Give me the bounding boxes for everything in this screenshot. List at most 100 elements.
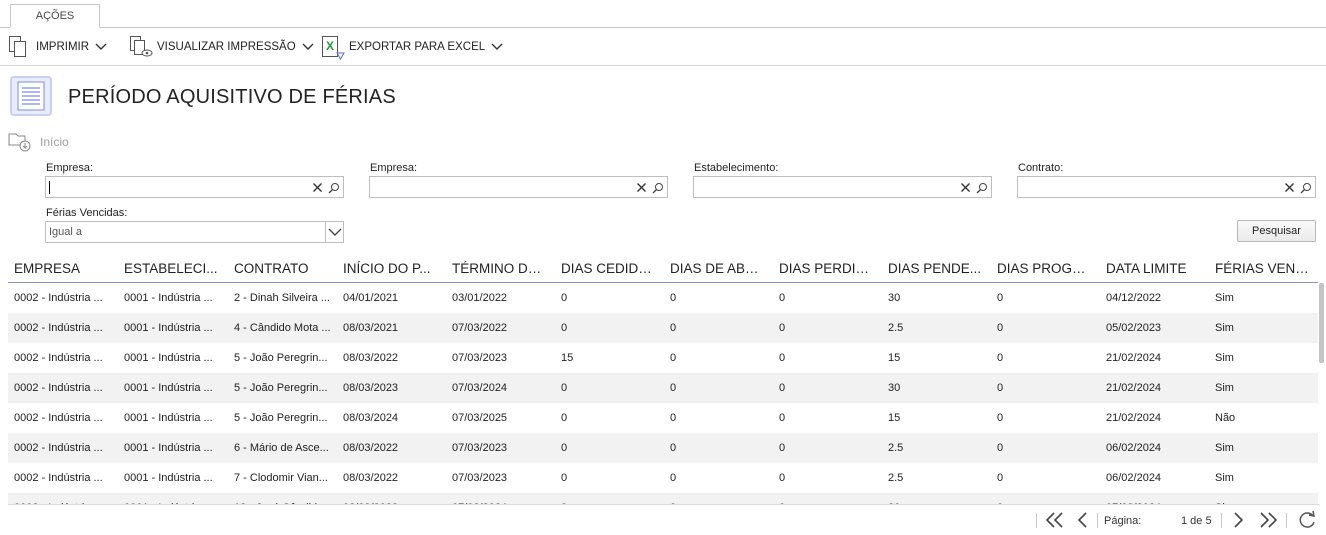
table-row[interactable]: 0002 - Indústria ... 0001 - Indústria ...… — [8, 283, 1318, 313]
table-cell: 21/02/2024 — [1106, 352, 1162, 364]
table-cell: 0 — [779, 442, 786, 454]
print-preview-button[interactable]: VISUALIZAR IMPRESSÃO — [129, 34, 314, 60]
table-cell: 13 - José Cândido ... — [234, 493, 334, 504]
table-cell: 0 — [779, 412, 786, 424]
table-row[interactable]: 0002 - Indústria ... 0001 - Indústria ...… — [8, 433, 1318, 463]
table-row[interactable]: 0002 - Indústria ... 0001 - Indústria ...… — [8, 343, 1318, 373]
table-row[interactable]: 0002 - Indústria ... 0001 - Indústria ...… — [8, 373, 1318, 403]
magnifier-icon[interactable] — [974, 180, 989, 195]
table-cell: 0001 - Indústria ... — [124, 382, 213, 394]
toolbar: IMPRIMIR VISUALIZAR IMPRESSÃO X EXPORTAR… — [0, 28, 1326, 66]
breadcrumb[interactable]: Início — [40, 135, 69, 149]
vertical-scrollbar[interactable] — [1319, 283, 1324, 363]
table-row[interactable]: 0002 - Indústria ... 0001 - Indústria ...… — [8, 463, 1318, 493]
column-header[interactable]: DIAS CEDIDOS — [561, 261, 657, 276]
folder-download-icon[interactable] — [8, 131, 32, 153]
table-cell: 0002 - Indústria ... — [14, 352, 103, 364]
export-excel-button[interactable]: X EXPORTAR PARA EXCEL — [321, 34, 503, 60]
pager-divider — [1036, 513, 1037, 528]
table-cell: 0 — [670, 292, 677, 304]
grid-bottom-divider — [8, 504, 1320, 505]
table-cell: 0001 - Indústria ... — [124, 493, 224, 504]
table-row[interactable]: 0002 - Indústria ... 0001 - Indústria ...… — [8, 313, 1318, 343]
table-cell: 07/03/2024 — [452, 382, 508, 394]
pager-divider — [1097, 513, 1098, 528]
contrato-label: Contrato: — [1018, 162, 1064, 174]
empresa-field[interactable] — [45, 176, 344, 198]
refresh-icon[interactable] — [1297, 511, 1317, 529]
tab-acoes[interactable]: AÇÕES — [10, 4, 100, 28]
table-cell: 04/01/2021 — [343, 292, 399, 304]
search-button[interactable]: Pesquisar — [1237, 220, 1316, 242]
table-cell: 08/03/2022 — [343, 352, 399, 364]
double-chevron-left-icon[interactable] — [1045, 511, 1065, 529]
estabelecimento-field[interactable] — [693, 176, 992, 198]
table-cell: 0 — [561, 472, 568, 484]
column-header[interactable]: INÍCIO DO P... — [343, 261, 439, 276]
table-cell: 21/02/2024 — [1106, 382, 1162, 394]
table-row[interactable]: 0002 - Indústria ... 0001 - Indústria ...… — [8, 493, 1318, 504]
table-cell: 06/02/2024 — [1106, 472, 1162, 484]
table-cell: 2.5 — [888, 322, 904, 334]
excel-letter: X — [326, 39, 335, 53]
table-cell: 0 — [561, 322, 568, 334]
clear-x-icon[interactable] — [1282, 180, 1297, 195]
table-cell: Sim — [1215, 352, 1234, 364]
table-cell: 08/03/2022 — [343, 472, 399, 484]
column-header[interactable]: FÉRIAS VENC... — [1215, 261, 1311, 276]
table-cell: 03/01/2022 — [452, 292, 508, 304]
table-row[interactable]: 0002 - Indústria ... 0001 - Indústria ...… — [8, 403, 1318, 433]
chevron-down-icon — [95, 42, 107, 52]
table-cell: 07/03/2024 — [452, 493, 552, 504]
table-cell: 5 - João Peregrin... — [234, 382, 328, 394]
table-cell: 0001 - Indústria ... — [124, 472, 213, 484]
column-header[interactable]: TÉRMINO DO... — [452, 261, 548, 276]
column-header[interactable]: DATA LIMITE — [1106, 261, 1202, 276]
column-header[interactable]: DIAS PERDID... — [779, 261, 875, 276]
contrato-field[interactable] — [1017, 176, 1316, 198]
pager-divider — [1286, 513, 1287, 528]
chevron-right-icon[interactable] — [1232, 511, 1244, 529]
clear-x-icon[interactable] — [958, 180, 973, 195]
table-cell: 0 — [997, 442, 1004, 454]
table-cell: 5 - João Peregrin... — [234, 412, 328, 424]
print-preview-icon — [129, 35, 153, 59]
table-cell: 08/03/2024 — [343, 412, 399, 424]
magnifier-icon[interactable] — [650, 180, 665, 195]
empresa-field-2[interactable] — [369, 176, 668, 198]
column-header[interactable]: DIAS PENDE... — [888, 261, 984, 276]
table-cell: 0 — [997, 493, 1097, 504]
chevron-down-icon[interactable] — [325, 222, 343, 242]
column-header[interactable]: ESTABELECI... — [124, 261, 220, 276]
table-cell: 0 — [779, 382, 786, 394]
table-cell: Sim — [1215, 322, 1234, 334]
table-cell: 0 — [670, 352, 677, 364]
table-cell: 15 — [888, 352, 901, 364]
table-cell: 08/03/2023 — [343, 382, 399, 394]
clear-x-icon[interactable] — [310, 180, 325, 195]
grid-header: EMPRESA ESTABELECI... CONTRATO INÍCIO DO P.… — [8, 256, 1318, 283]
empresa-label: Empresa: — [46, 162, 94, 174]
table-cell: 0002 - Indústria ... — [14, 472, 103, 484]
print-button[interactable]: IMPRIMIR — [8, 34, 107, 60]
table-cell: 30 — [888, 292, 901, 304]
column-header[interactable]: CONTRATO — [234, 261, 330, 276]
chevron-left-icon[interactable] — [1077, 511, 1089, 529]
table-cell: 0 — [561, 442, 568, 454]
empresa-label-2: Empresa: — [370, 162, 418, 174]
column-header[interactable]: DIAS PROGR... — [997, 261, 1093, 276]
export-excel-label: EXPORTAR PARA EXCEL — [349, 41, 486, 53]
table-cell: 0001 - Indústria ... — [124, 412, 213, 424]
double-chevron-right-icon[interactable] — [1258, 511, 1278, 529]
column-header[interactable]: EMPRESA — [14, 261, 110, 276]
data-grid: EMPRESA ESTABELECI... CONTRATO INÍCIO DO P.… — [8, 256, 1318, 504]
magnifier-icon[interactable] — [1298, 180, 1313, 195]
ribbon-tabbar: AÇÕES — [0, 0, 1326, 28]
column-header[interactable]: DIAS DE ABO... — [670, 261, 766, 276]
table-cell: 07/03/2023 — [452, 442, 508, 454]
ferias-vencidas-select[interactable]: Igual a — [45, 221, 344, 243]
list-document-icon — [10, 76, 52, 116]
clear-x-icon[interactable] — [634, 180, 649, 195]
print-preview-label: VISUALIZAR IMPRESSÃO — [157, 41, 296, 53]
magnifier-icon[interactable] — [326, 180, 341, 195]
